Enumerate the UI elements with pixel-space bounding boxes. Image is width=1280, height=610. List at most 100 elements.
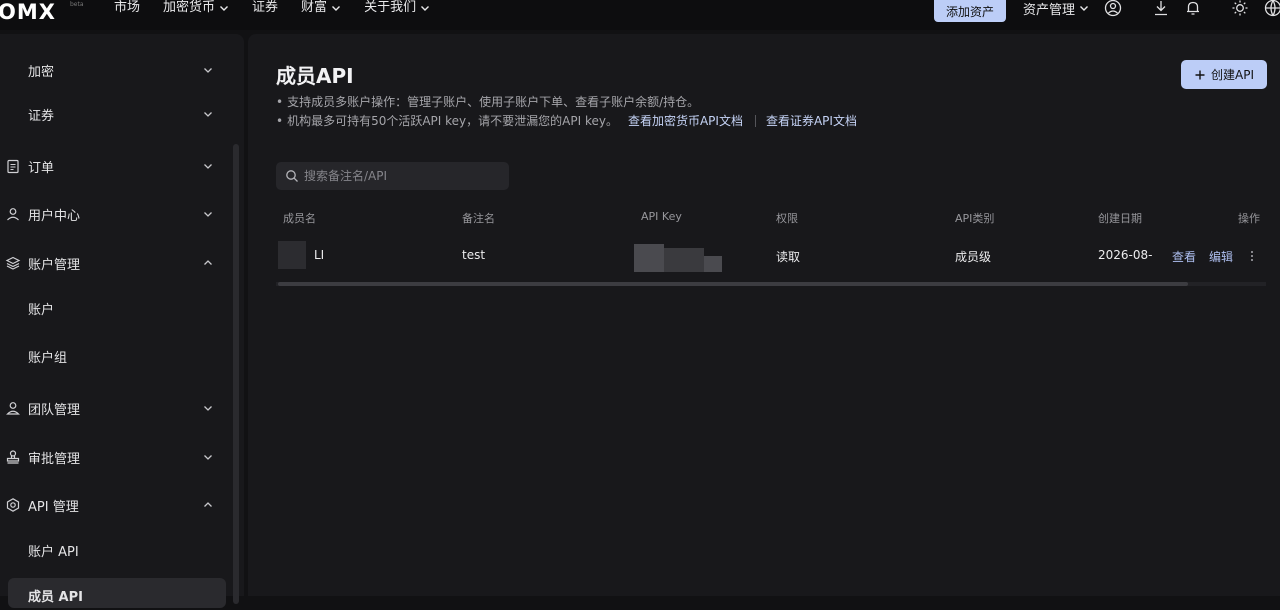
chevron-down-icon — [219, 3, 229, 13]
user-icon — [5, 206, 21, 222]
create-api-button[interactable]: 创建API — [1181, 60, 1267, 89]
cell-created-date: 2026-08- — [1098, 248, 1152, 262]
sidebar-item-label: API 管理 — [28, 496, 79, 515]
sidebar-item-label: 团队管理 — [28, 399, 80, 418]
sidebar-item-accounts[interactable]: 账户 — [0, 293, 232, 323]
chevron-down-icon — [1079, 3, 1089, 13]
sidebar-item-label: 账户 — [28, 299, 54, 318]
edit-link[interactable]: 编辑 — [1209, 248, 1233, 265]
chevron-down-icon — [420, 3, 430, 13]
sidebar-item-label: 账户组 — [28, 347, 67, 366]
user-profile-icon[interactable] — [1104, 0, 1122, 17]
create-api-label: 创建API — [1211, 66, 1254, 83]
redacted-member-name — [278, 241, 306, 269]
chevron-up-icon — [202, 499, 214, 511]
crypto-api-docs-link[interactable]: 查看加密货币API文档 — [628, 112, 743, 129]
column-header-remark: 备注名 — [462, 210, 495, 226]
nav-item-label: 关于我们 — [364, 0, 416, 16]
stamp-icon — [5, 449, 21, 465]
theme-sun-icon[interactable] — [1231, 0, 1249, 17]
column-header-created-date: 创建日期 — [1098, 210, 1142, 226]
description-text: 支持成员多账户操作：管理子账户、使用子账户下单、查看子账户余额/持仓。 — [287, 93, 699, 110]
link-divider — [755, 115, 756, 127]
sidebar-item-team-management[interactable]: 团队管理 — [0, 393, 232, 423]
sidebar-item-account-groups[interactable]: 账户组 — [0, 341, 232, 371]
hexagon-icon — [5, 497, 21, 513]
nav-item-label: 市场 — [114, 0, 140, 16]
nav-item-label: 财富 — [301, 0, 327, 16]
nav-item-about[interactable]: 关于我们 — [364, 0, 430, 16]
chevron-down-icon — [202, 451, 214, 463]
search-input[interactable] — [304, 169, 504, 183]
sidebar-item-account-api[interactable]: 账户 API — [0, 535, 232, 565]
redacted-api-key — [664, 248, 704, 272]
sidebar-item-securities[interactable]: 证券 — [0, 99, 232, 129]
sidebar-item-label: 审批管理 — [28, 448, 80, 467]
plus-icon — [1194, 69, 1206, 81]
sidebar-item-member-api[interactable]: 成员 API — [0, 580, 232, 610]
sidebar-item-label: 证券 — [28, 105, 54, 124]
search-icon — [285, 169, 299, 183]
nav-item-crypto[interactable]: 加密货币 — [163, 0, 229, 16]
bell-icon[interactable] — [1184, 0, 1202, 17]
bullet: • — [276, 95, 283, 109]
logo[interactable]: OMX — [0, 0, 56, 24]
column-header-member: 成员名 — [283, 210, 316, 226]
globe-icon[interactable] — [1264, 0, 1280, 17]
add-asset-button[interactable]: 添加资产 — [934, 0, 1006, 22]
redacted-api-key — [704, 256, 722, 272]
cell-member: LI — [314, 248, 324, 262]
column-header-api-key: API Key — [641, 210, 682, 223]
asset-management-menu[interactable]: 资产管理 — [1023, 0, 1089, 16]
chevron-down-icon — [202, 402, 214, 414]
description-text: 机构最多可持有50个活跃API key，请不要泄漏您的API key。 — [287, 112, 618, 129]
chevron-down-icon — [202, 208, 214, 220]
chevron-down-icon — [202, 160, 214, 172]
sidebar-item-api-management[interactable]: API 管理 — [0, 490, 232, 520]
nav-item-securities[interactable]: 证券 — [252, 0, 278, 16]
sidebar-item-crypto[interactable]: 加密 — [0, 55, 232, 85]
column-header-actions: 操作 — [1238, 210, 1260, 226]
team-icon — [5, 400, 21, 416]
table-horizontal-scrollbar[interactable] — [278, 282, 1188, 286]
more-options-icon[interactable] — [1245, 249, 1259, 263]
cell-api-type: 成员级 — [955, 248, 991, 265]
sidebar-item-orders[interactable]: 订单 — [0, 151, 232, 181]
sidebar-item-user-center[interactable]: 用户中心 — [0, 199, 232, 229]
sidebar-item-label: 加密 — [28, 61, 54, 80]
sidebar-item-label: 订单 — [28, 157, 54, 176]
top-navigation-bar: OMX beta 市场 加密货币 证券 财富 关于我们 添加资产 资产管理 — [0, 0, 1280, 30]
view-link[interactable]: 查看 — [1172, 248, 1196, 265]
sidebar-item-label: 成员 API — [28, 586, 83, 605]
description-line-2: • 机构最多可持有50个活跃API key，请不要泄漏您的API key。 查看… — [276, 112, 857, 129]
description-line-1: • 支持成员多账户操作：管理子账户、使用子账户下单、查看子账户余额/持仓。 — [276, 93, 699, 110]
sidebar: 加密 证券 订单 用户中心 账户管理 账户 账户组 团队管理 审批管理 API … — [0, 34, 244, 596]
cell-permission: 读取 — [776, 248, 800, 265]
sidebar-scrollbar[interactable] — [233, 144, 239, 604]
sidebar-item-account-management[interactable]: 账户管理 — [0, 248, 232, 278]
asset-management-label: 资产管理 — [1023, 0, 1075, 18]
page-title: 成员API — [276, 60, 354, 89]
sidebar-item-label: 账户管理 — [28, 254, 80, 273]
chevron-down-icon — [331, 3, 341, 13]
chevron-down-icon — [202, 108, 214, 120]
main-nav: 市场 加密货币 证券 财富 关于我们 — [114, 0, 453, 16]
sidebar-item-label: 账户 API — [28, 541, 79, 560]
logo-beta-tag: beta — [70, 1, 84, 8]
search-box — [276, 162, 509, 190]
chevron-up-icon — [202, 257, 214, 269]
layers-icon — [5, 255, 21, 271]
sidebar-item-label: 用户中心 — [28, 205, 80, 224]
column-header-permission: 权限 — [776, 210, 798, 226]
nav-item-wealth[interactable]: 财富 — [301, 0, 341, 16]
clipboard-icon — [5, 158, 21, 174]
bullet: • — [276, 114, 283, 128]
column-header-api-type: API类别 — [955, 210, 994, 226]
sidebar-item-approval-management[interactable]: 审批管理 — [0, 442, 232, 472]
cell-remark: test — [462, 248, 485, 262]
nav-item-market[interactable]: 市场 — [114, 0, 140, 16]
securities-api-docs-link[interactable]: 查看证券API文档 — [766, 112, 857, 129]
download-icon[interactable] — [1152, 0, 1170, 17]
nav-item-label: 加密货币 — [163, 0, 215, 16]
main-panel: 成员API 创建API • 支持成员多账户操作：管理子账户、使用子账户下单、查看… — [248, 34, 1280, 596]
